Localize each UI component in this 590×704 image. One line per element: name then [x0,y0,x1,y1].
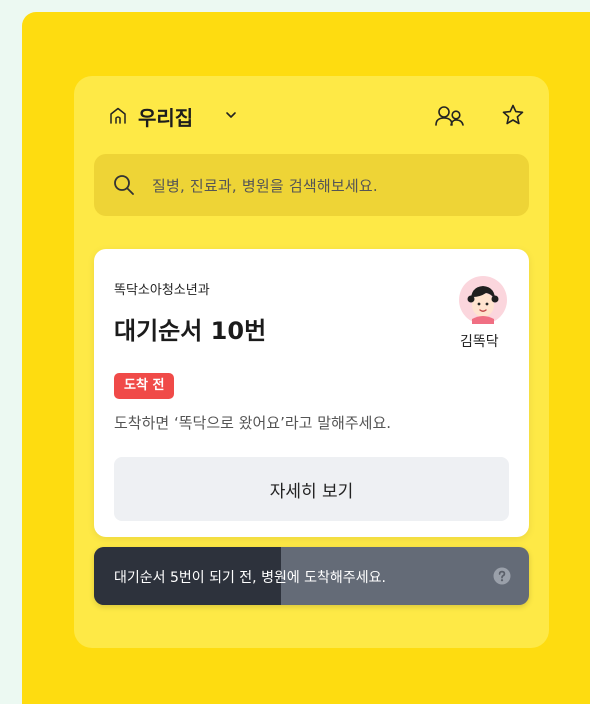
child-avatar [459,276,507,324]
toast-message: 대기순서 5번이 되기 전, 병원에 도착해주세요. [114,570,386,586]
chevron-down-icon[interactable] [224,108,238,122]
search-input[interactable]: 질병, 진료과, 병원을 검색해보세요. [152,175,378,196]
home-icon [110,107,126,124]
clinic-name: 똑닥소아청소년과 [114,283,210,298]
reservation-card: 똑닥소아청소년과 대기순서 10번 김똑닥 도착 전 도착하면 ‘똑닥으로 왔어… [94,249,529,537]
status-badge: 도착 전 [114,373,175,399]
location-label[interactable]: 우리집 [138,102,193,131]
question-icon[interactable] [493,567,511,585]
view-details-button[interactable]: 자세히 보기 [114,457,509,521]
queue-status: 대기순서 10번 [114,317,267,345]
arrival-toast: 대기순서 5번이 되기 전, 병원에 도착해주세요. [94,547,529,605]
arrival-guide-text: 도착하면 ‘똑닥으로 왔어요’라고 말해주세요. [114,414,392,432]
search-icon [114,175,134,195]
people-icon[interactable] [434,104,466,128]
header: 우리집 [108,98,528,134]
star-icon[interactable] [501,103,525,127]
patient-name: 김똑닥 [460,334,499,350]
search-bar[interactable]: 질병, 진료과, 병원을 검색해보세요. [94,154,529,216]
